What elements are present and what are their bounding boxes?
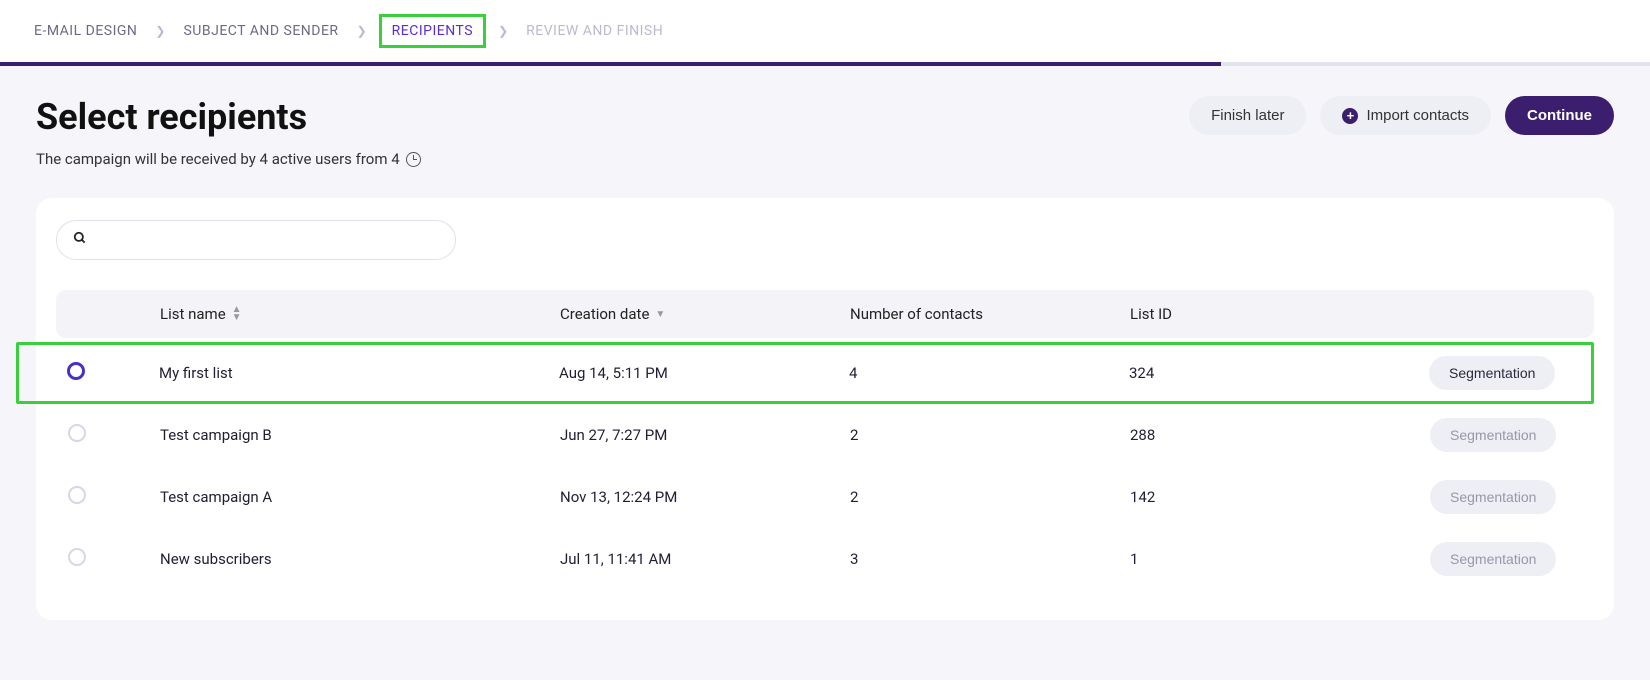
cell-contacts: 4 xyxy=(849,364,1129,382)
cell-list-name: My first list xyxy=(129,364,559,382)
chevron-right-icon: ❯ xyxy=(357,24,367,38)
col-list-name[interactable]: List name ▲▼ xyxy=(130,305,560,323)
col-contacts-label: Number of contacts xyxy=(850,305,983,323)
page-subtitle: The campaign will be received by 4 activ… xyxy=(36,150,421,168)
cell-list-name: New subscribers xyxy=(130,550,560,568)
col-creation-date-label: Creation date xyxy=(560,305,649,323)
row-radio[interactable] xyxy=(68,548,86,566)
row-radio[interactable] xyxy=(68,486,86,504)
progress-fill xyxy=(0,62,1221,66)
progress-track xyxy=(0,62,1650,66)
step-email-design[interactable]: E-MAIL DESIGN xyxy=(28,15,143,47)
col-list-id[interactable]: List ID xyxy=(1130,305,1430,323)
segmentation-button[interactable]: Segmentation xyxy=(1430,418,1556,452)
table-row[interactable]: Test campaign A Nov 13, 12:24 PM 2 142 S… xyxy=(56,466,1594,528)
breadcrumb: E-MAIL DESIGN ❯ SUBJECT AND SENDER ❯ REC… xyxy=(0,0,1650,62)
cell-list-id: 1 xyxy=(1130,550,1430,568)
row-radio[interactable] xyxy=(68,424,86,442)
segmentation-button[interactable]: Segmentation xyxy=(1430,480,1556,514)
step-subject-sender[interactable]: SUBJECT AND SENDER xyxy=(177,15,344,47)
cell-list-name: Test campaign A xyxy=(130,488,560,506)
chevron-right-icon: ❯ xyxy=(498,24,508,38)
cell-list-id: 142 xyxy=(1130,488,1430,506)
table-row[interactable]: Test campaign B Jun 27, 7:27 PM 2 288 Se… xyxy=(56,404,1594,466)
cell-creation-date: Aug 14, 5:11 PM xyxy=(559,364,849,382)
recipients-card: List name ▲▼ Creation date ▼ Number of c… xyxy=(36,198,1614,620)
chevron-right-icon: ❯ xyxy=(155,24,165,38)
continue-button[interactable]: Continue xyxy=(1505,96,1614,135)
table-header: List name ▲▼ Creation date ▼ Number of c… xyxy=(56,290,1594,338)
cell-contacts: 3 xyxy=(850,550,1130,568)
table-row[interactable]: My first list Aug 14, 5:11 PM 4 324 Segm… xyxy=(16,342,1594,404)
row-radio[interactable] xyxy=(67,362,85,380)
finish-later-button[interactable]: Finish later xyxy=(1189,96,1306,135)
subtitle-text: The campaign will be received by 4 activ… xyxy=(36,150,400,168)
search-input[interactable] xyxy=(95,232,439,248)
cell-creation-date: Jun 27, 7:27 PM xyxy=(560,426,850,444)
cell-creation-date: Nov 13, 12:24 PM xyxy=(560,488,850,506)
step-review-finish: REVIEW AND FINISH xyxy=(520,15,669,47)
cell-list-id: 324 xyxy=(1129,364,1429,382)
search-input-wrapper[interactable] xyxy=(56,220,456,260)
sort-desc-icon: ▼ xyxy=(655,309,665,320)
step-recipients[interactable]: RECIPIENTS xyxy=(379,14,486,48)
import-contacts-label: Import contacts xyxy=(1366,107,1469,124)
col-creation-date[interactable]: Creation date ▼ xyxy=(560,305,850,323)
cell-contacts: 2 xyxy=(850,488,1130,506)
col-contacts[interactable]: Number of contacts xyxy=(850,305,1130,323)
clock-icon xyxy=(406,152,421,167)
import-contacts-button[interactable]: + Import contacts xyxy=(1320,96,1491,135)
cell-creation-date: Jul 11, 11:41 AM xyxy=(560,550,850,568)
page-title: Select recipients xyxy=(36,96,421,138)
cell-list-id: 288 xyxy=(1130,426,1430,444)
search-icon xyxy=(73,231,87,249)
segmentation-button[interactable]: Segmentation xyxy=(1430,542,1556,576)
plus-circle-icon: + xyxy=(1342,108,1358,124)
sort-icon: ▲▼ xyxy=(232,306,242,322)
cell-list-name: Test campaign B xyxy=(130,426,560,444)
table-row[interactable]: New subscribers Jul 11, 11:41 AM 3 1 Seg… xyxy=(56,528,1594,590)
col-list-id-label: List ID xyxy=(1130,305,1172,323)
cell-contacts: 2 xyxy=(850,426,1130,444)
segmentation-button[interactable]: Segmentation xyxy=(1429,356,1555,390)
col-list-name-label: List name xyxy=(160,305,226,323)
